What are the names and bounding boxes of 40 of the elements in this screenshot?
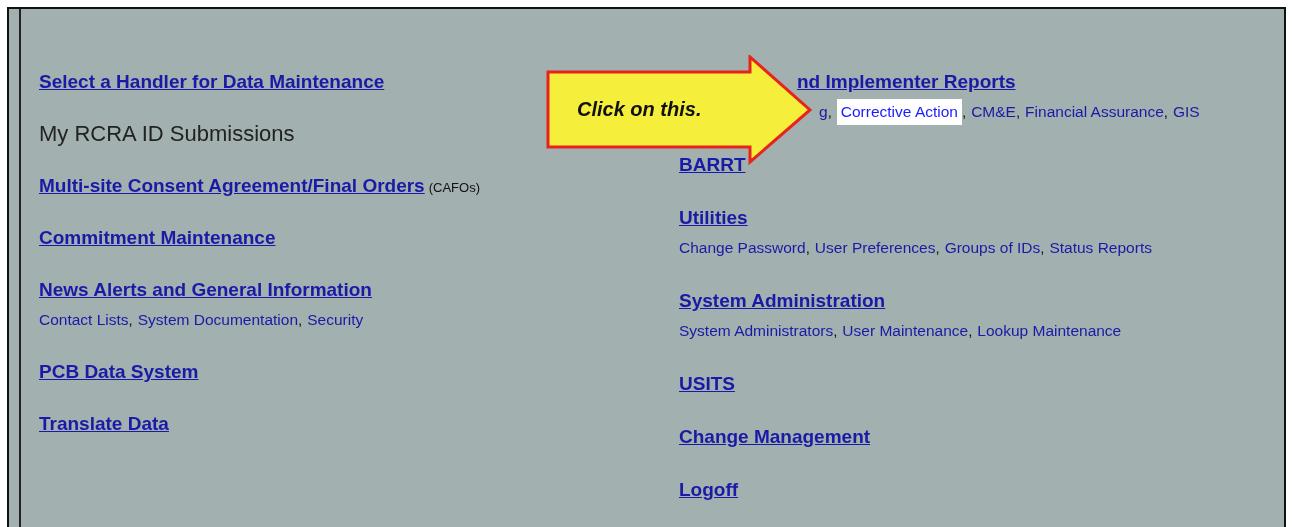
sub-link[interactable]: Change Password — [679, 238, 806, 258]
sub-link[interactable]: System Documentation — [137, 310, 299, 330]
comma-separator: , — [1163, 101, 1168, 122]
comma-separator: , — [128, 309, 133, 330]
section-label: My RCRA ID Submissions — [39, 121, 295, 147]
menu-link[interactable]: USITS — [679, 373, 735, 395]
sub-link[interactable]: Lookup Maintenance — [977, 321, 1122, 341]
menu-link[interactable]: Select a Handler for Data Maintenance — [39, 71, 385, 93]
sub-link[interactable]: Financial Assurance — [1025, 102, 1164, 122]
menu-link[interactable]: BARRT — [679, 154, 746, 176]
sub-link[interactable]: g — [819, 102, 828, 122]
menu-link[interactable]: Logoff — [679, 479, 739, 501]
menu-link[interactable]: PCB Data System — [39, 361, 199, 383]
comma-separator: , — [805, 237, 810, 258]
comma-separator: , — [968, 320, 973, 341]
callout-text: Click on this. — [577, 97, 702, 121]
comma-separator: , — [833, 320, 838, 341]
comma-separator: , — [827, 101, 832, 122]
abbreviation-note: (CAFOs) — [428, 179, 480, 197]
menu-link[interactable]: Translate Data — [39, 413, 169, 435]
comma-separator: , — [1040, 237, 1045, 258]
sub-link[interactable]: User Maintenance — [842, 321, 969, 341]
comma-separator: , — [1015, 101, 1021, 122]
sub-link[interactable]: CM&E — [971, 102, 1016, 122]
sub-link[interactable]: Corrective Action — [836, 99, 962, 125]
menu-link[interactable]: Change Management — [679, 426, 871, 448]
menu-link[interactable]: News Alerts and General Information — [39, 279, 372, 301]
menu-link[interactable]: Utilities — [679, 207, 748, 229]
sub-link[interactable]: Contact Lists — [39, 310, 129, 330]
comma-separator: , — [298, 309, 303, 330]
menu-link[interactable]: System Administration — [679, 290, 886, 312]
menu-link[interactable]: Commitment Maintenance — [39, 227, 276, 249]
sub-link[interactable]: User Preferences — [814, 238, 936, 258]
sub-link[interactable]: Status Reports — [1049, 238, 1152, 258]
menu-link[interactable]: nd Implementer Reports — [797, 71, 1016, 93]
comma-separator: , — [935, 237, 940, 258]
sub-link[interactable]: Security — [307, 310, 364, 330]
comma-separator: , — [961, 101, 967, 122]
sub-link[interactable]: GIS — [1173, 102, 1200, 122]
menu-link[interactable]: Multi-site Consent Agreement/Final Orders — [39, 175, 425, 197]
